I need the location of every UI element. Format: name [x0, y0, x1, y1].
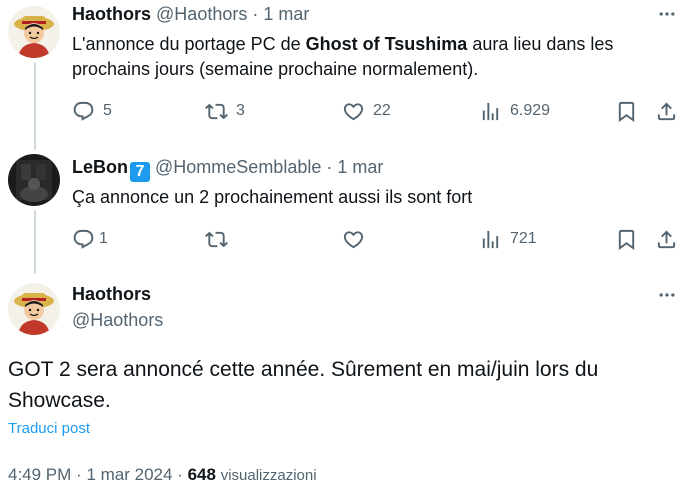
more-icon[interactable] — [654, 4, 680, 24]
post-meta: 4:49 PM · 1 mar 2024 · 648 visualizzazio… — [8, 465, 317, 485]
post-header: LeBon 7 @HommeSemblable · 1 mar — [72, 155, 383, 182]
reply-button[interactable]: 1 — [72, 227, 108, 251]
bookmark-button[interactable] — [615, 99, 638, 123]
views-count: 721 — [510, 230, 537, 247]
bar-chart-icon — [479, 100, 502, 123]
reply-count: 1 — [99, 230, 108, 247]
separator: · — [76, 465, 82, 484]
avatar[interactable] — [8, 6, 60, 58]
like-count: 22 — [373, 102, 391, 119]
bookmark-button[interactable] — [615, 227, 638, 251]
separator: · — [177, 465, 183, 484]
views-button[interactable]: 721 — [479, 227, 537, 251]
views-count: 648 — [187, 465, 216, 484]
post-date[interactable]: 1 mar — [263, 4, 309, 24]
more-icon[interactable] — [654, 285, 680, 305]
repost-count: 3 — [236, 102, 245, 119]
heart-icon — [342, 228, 365, 251]
separator: · — [252, 4, 259, 24]
avatar[interactable] — [8, 283, 60, 335]
post-date[interactable]: 1 mar 2024 — [86, 465, 172, 484]
bold-text: Ghost of Tsushima — [305, 34, 468, 54]
post-thread: Haothors @Haothors · 1 mar L'annonce du … — [0, 0, 694, 496]
post-date[interactable]: 1 mar — [337, 157, 383, 177]
heart-icon — [342, 100, 365, 123]
like-button[interactable]: 22 — [342, 99, 391, 123]
translate-post-link[interactable]: Traduci post — [8, 420, 90, 437]
author-name[interactable]: LeBon — [72, 157, 128, 177]
share-button[interactable] — [655, 227, 678, 251]
share-upload-icon — [655, 228, 678, 251]
main-post-text: GOT 2 sera annoncé cette année. Sûrement… — [8, 358, 599, 412]
separator: · — [326, 157, 333, 177]
thread-line — [34, 210, 36, 274]
views-count: 6.929 — [510, 102, 551, 119]
reply-count: 5 — [103, 102, 112, 119]
emoji-badge: 7 — [130, 162, 150, 182]
bookmark-icon — [615, 228, 638, 251]
avatar[interactable] — [8, 154, 60, 206]
post-text: Ça annonce un 2 prochainement aussi ils … — [72, 187, 473, 207]
post-time[interactable]: 4:49 PM — [8, 465, 71, 484]
author-handle[interactable]: @Haothors — [72, 308, 163, 332]
views-button[interactable]: 6.929 — [479, 99, 550, 123]
post-text: L'annonce du portage PC de Ghost of Tsus… — [72, 34, 614, 79]
author-name[interactable]: Haothors — [72, 4, 151, 24]
repost-button[interactable]: 3 — [205, 99, 245, 123]
reply-bubble-icon — [72, 228, 95, 251]
share-upload-icon — [655, 100, 678, 123]
author-handle[interactable]: @HommeSemblable — [155, 157, 321, 177]
share-button[interactable] — [655, 99, 678, 123]
post-header: Haothors @Haothors · 1 mar — [72, 2, 309, 26]
reply-button[interactable]: 5 — [72, 99, 112, 123]
views-label: visualizzazioni — [220, 467, 317, 484]
repost-arrows-icon — [205, 228, 228, 251]
author-handle[interactable]: @Haothors — [156, 4, 247, 24]
thread-line — [34, 62, 36, 150]
reply-bubble-icon — [72, 100, 95, 123]
like-button[interactable] — [342, 227, 365, 251]
author-name[interactable]: Haothors — [72, 282, 151, 306]
repost-button[interactable] — [205, 227, 228, 251]
repost-arrows-icon — [205, 100, 228, 123]
bookmark-icon — [615, 100, 638, 123]
bar-chart-icon — [479, 228, 502, 251]
